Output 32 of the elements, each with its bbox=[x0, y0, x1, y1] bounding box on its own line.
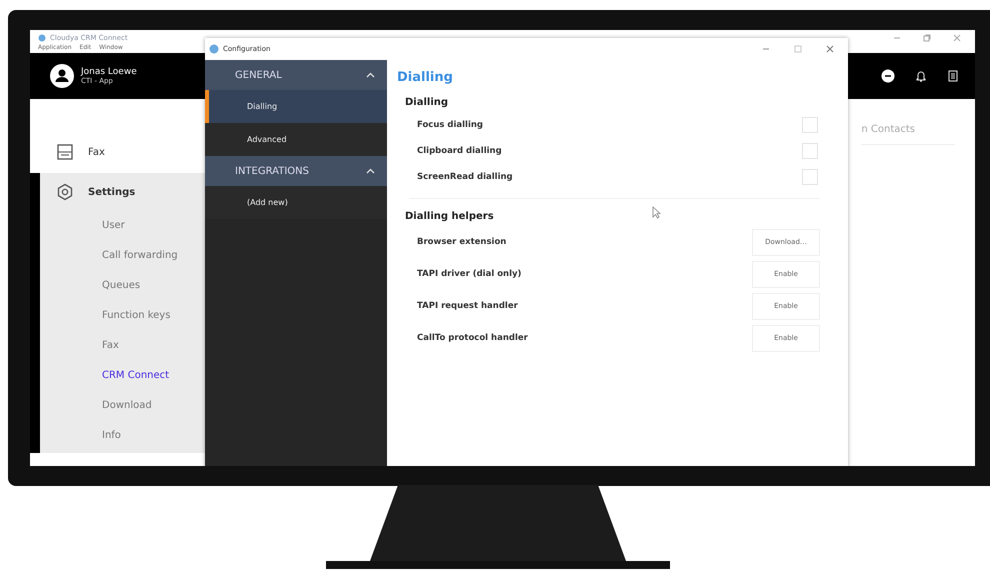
settings-icon bbox=[56, 183, 74, 201]
maximize-icon[interactable] bbox=[794, 45, 802, 53]
app-logo-icon bbox=[209, 44, 219, 54]
page-title: Dialling bbox=[397, 70, 454, 85]
section-label: GENERAL bbox=[235, 70, 282, 80]
setting-label: CallTo protocol handler bbox=[417, 333, 528, 343]
close-icon[interactable] bbox=[826, 45, 834, 53]
setting-label: Focus dialling bbox=[417, 120, 484, 130]
user-name: Jonas Loewe bbox=[81, 67, 137, 77]
sidebar-item[interactable]: Advanced bbox=[205, 123, 387, 156]
app-logo-icon bbox=[38, 34, 46, 42]
setting-label: ScreenRead dialling bbox=[417, 172, 513, 182]
section-header[interactable]: GENERAL bbox=[205, 60, 387, 90]
restore-icon[interactable] bbox=[923, 34, 931, 42]
setting-label: TAPI request handler bbox=[417, 301, 518, 311]
setting-label: Browser extension bbox=[417, 237, 506, 247]
setting-label: Clipboard dialling bbox=[417, 146, 502, 156]
avatar-icon bbox=[50, 64, 74, 88]
group-title: Dialling bbox=[405, 97, 448, 108]
setting-label: TAPI driver (dial only) bbox=[417, 269, 522, 279]
checkbox[interactable] bbox=[802, 169, 818, 185]
checkbox[interactable] bbox=[802, 117, 818, 133]
bell-icon[interactable] bbox=[915, 70, 927, 82]
sidebar-item[interactable]: (Add new) bbox=[205, 186, 387, 219]
close-icon[interactable] bbox=[953, 34, 961, 42]
fax-icon bbox=[56, 143, 74, 161]
section-header[interactable]: INTEGRATIONS bbox=[205, 156, 387, 186]
checkbox[interactable] bbox=[802, 143, 818, 159]
section-label: INTEGRATIONS bbox=[235, 166, 309, 176]
mouse-cursor-icon bbox=[652, 206, 661, 219]
group-title: Dialling helpers bbox=[405, 211, 494, 222]
sidebar-item[interactable]: Dialling bbox=[205, 90, 387, 123]
